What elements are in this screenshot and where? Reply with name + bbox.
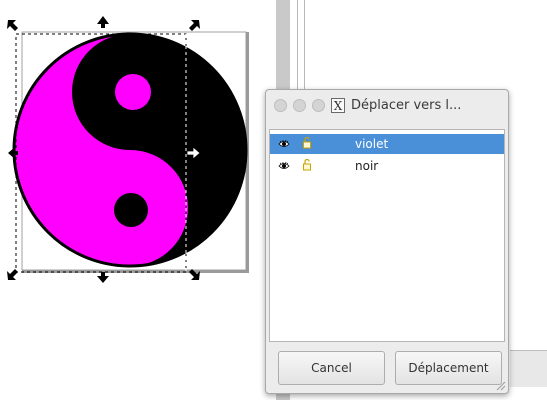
- panel-divider-line: [297, 0, 298, 92]
- layer-row-noir[interactable]: noir: [270, 156, 504, 176]
- handle-top-left-icon: [7, 20, 18, 31]
- panel-divider-line: [304, 0, 305, 92]
- dialog-titlebar[interactable]: X Déplacer vers l...: [266, 90, 508, 120]
- handle-top-right-icon: [189, 20, 200, 31]
- black-dot: [114, 193, 148, 227]
- layer-row-violet[interactable]: violet: [270, 134, 504, 154]
- move-to-layer-dialog: X Déplacer vers l... violet noir Cancel …: [265, 89, 509, 394]
- unlock-icon[interactable]: [302, 158, 314, 174]
- dialog-title: Déplacer vers l...: [351, 97, 462, 113]
- eye-visible-icon[interactable]: [276, 138, 292, 151]
- yin-yang-symbol: [12, 32, 248, 268]
- close-window-icon[interactable]: [274, 98, 287, 112]
- unlock-icon[interactable]: [302, 136, 314, 152]
- app-x-icon: X: [331, 97, 345, 113]
- maximize-window-icon[interactable]: [312, 98, 325, 112]
- layer-name: violet: [355, 137, 389, 151]
- handle-bottom-left-icon: [7, 269, 18, 280]
- minimize-window-icon[interactable]: [293, 98, 306, 112]
- layer-name: noir: [355, 159, 379, 173]
- eye-visible-icon[interactable]: [276, 160, 292, 173]
- handle-top-icon: [97, 16, 109, 28]
- handle-bottom-icon: [97, 272, 109, 283]
- magenta-dot: [115, 74, 151, 110]
- layer-list[interactable]: violet noir: [269, 129, 505, 342]
- panel-separator: [276, 0, 290, 92]
- yin-yang-drawing[interactable]: [0, 0, 270, 290]
- resize-grip-icon[interactable]: [494, 379, 506, 391]
- cancel-button[interactable]: Cancel: [278, 351, 385, 385]
- panel-separator: [276, 394, 290, 400]
- move-button[interactable]: Déplacement: [395, 351, 502, 385]
- bottom-panel: [510, 350, 547, 387]
